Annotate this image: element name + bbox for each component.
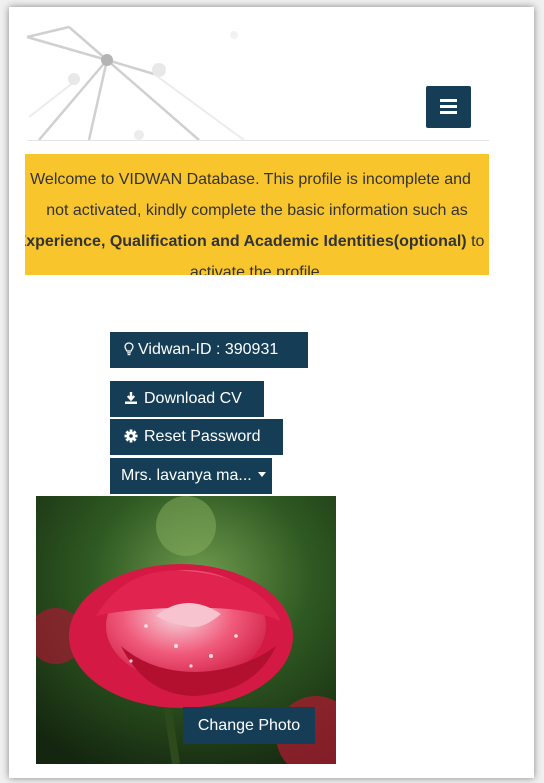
hamburger-menu-icon [440,99,457,102]
menu-toggle-button[interactable] [426,86,471,128]
download-cv-label: Download CV [144,390,242,407]
reset-password-button[interactable]: Reset Password [110,419,283,455]
incomplete-profile-notice: Welcome to VIDWAN Database. This profile… [25,154,489,275]
notice-line-3: Experience, Qualification and Academic I… [25,226,489,257]
header-divider [27,140,489,141]
download-icon [125,392,137,404]
download-cv-button[interactable]: Download CV [110,381,264,417]
network-graphic [26,25,245,141]
change-photo-button[interactable]: Change Photo [183,707,315,744]
profile-photo: Change Photo [36,496,336,764]
notice-line-2: not activated, kindly complete the basic… [46,202,468,219]
notice-line-3-rest: to [466,233,485,250]
vidwan-id-text: Vidwan-ID : 390931 [138,341,279,358]
reset-password-label: Reset Password [144,428,261,445]
site-header [9,7,489,142]
notice-line-4: activate the profile. [189,264,325,275]
user-menu-dropdown[interactable]: Mrs. lavanya ma... [110,458,272,494]
vidwan-id-badge: Vidwan-ID : 390931 [110,332,308,368]
user-name: Mrs. lavanya ma... [121,467,252,484]
notice-line-1: Welcome to VIDWAN Database. This profile… [30,171,471,188]
gear-icon [124,429,138,443]
caret-down-icon [257,472,266,477]
lightbulb-icon [124,342,134,356]
notice-required-fields: Experience, Qualification and Academic I… [25,233,467,250]
page-frame: Welcome to VIDWAN Database. This profile… [9,7,534,778]
